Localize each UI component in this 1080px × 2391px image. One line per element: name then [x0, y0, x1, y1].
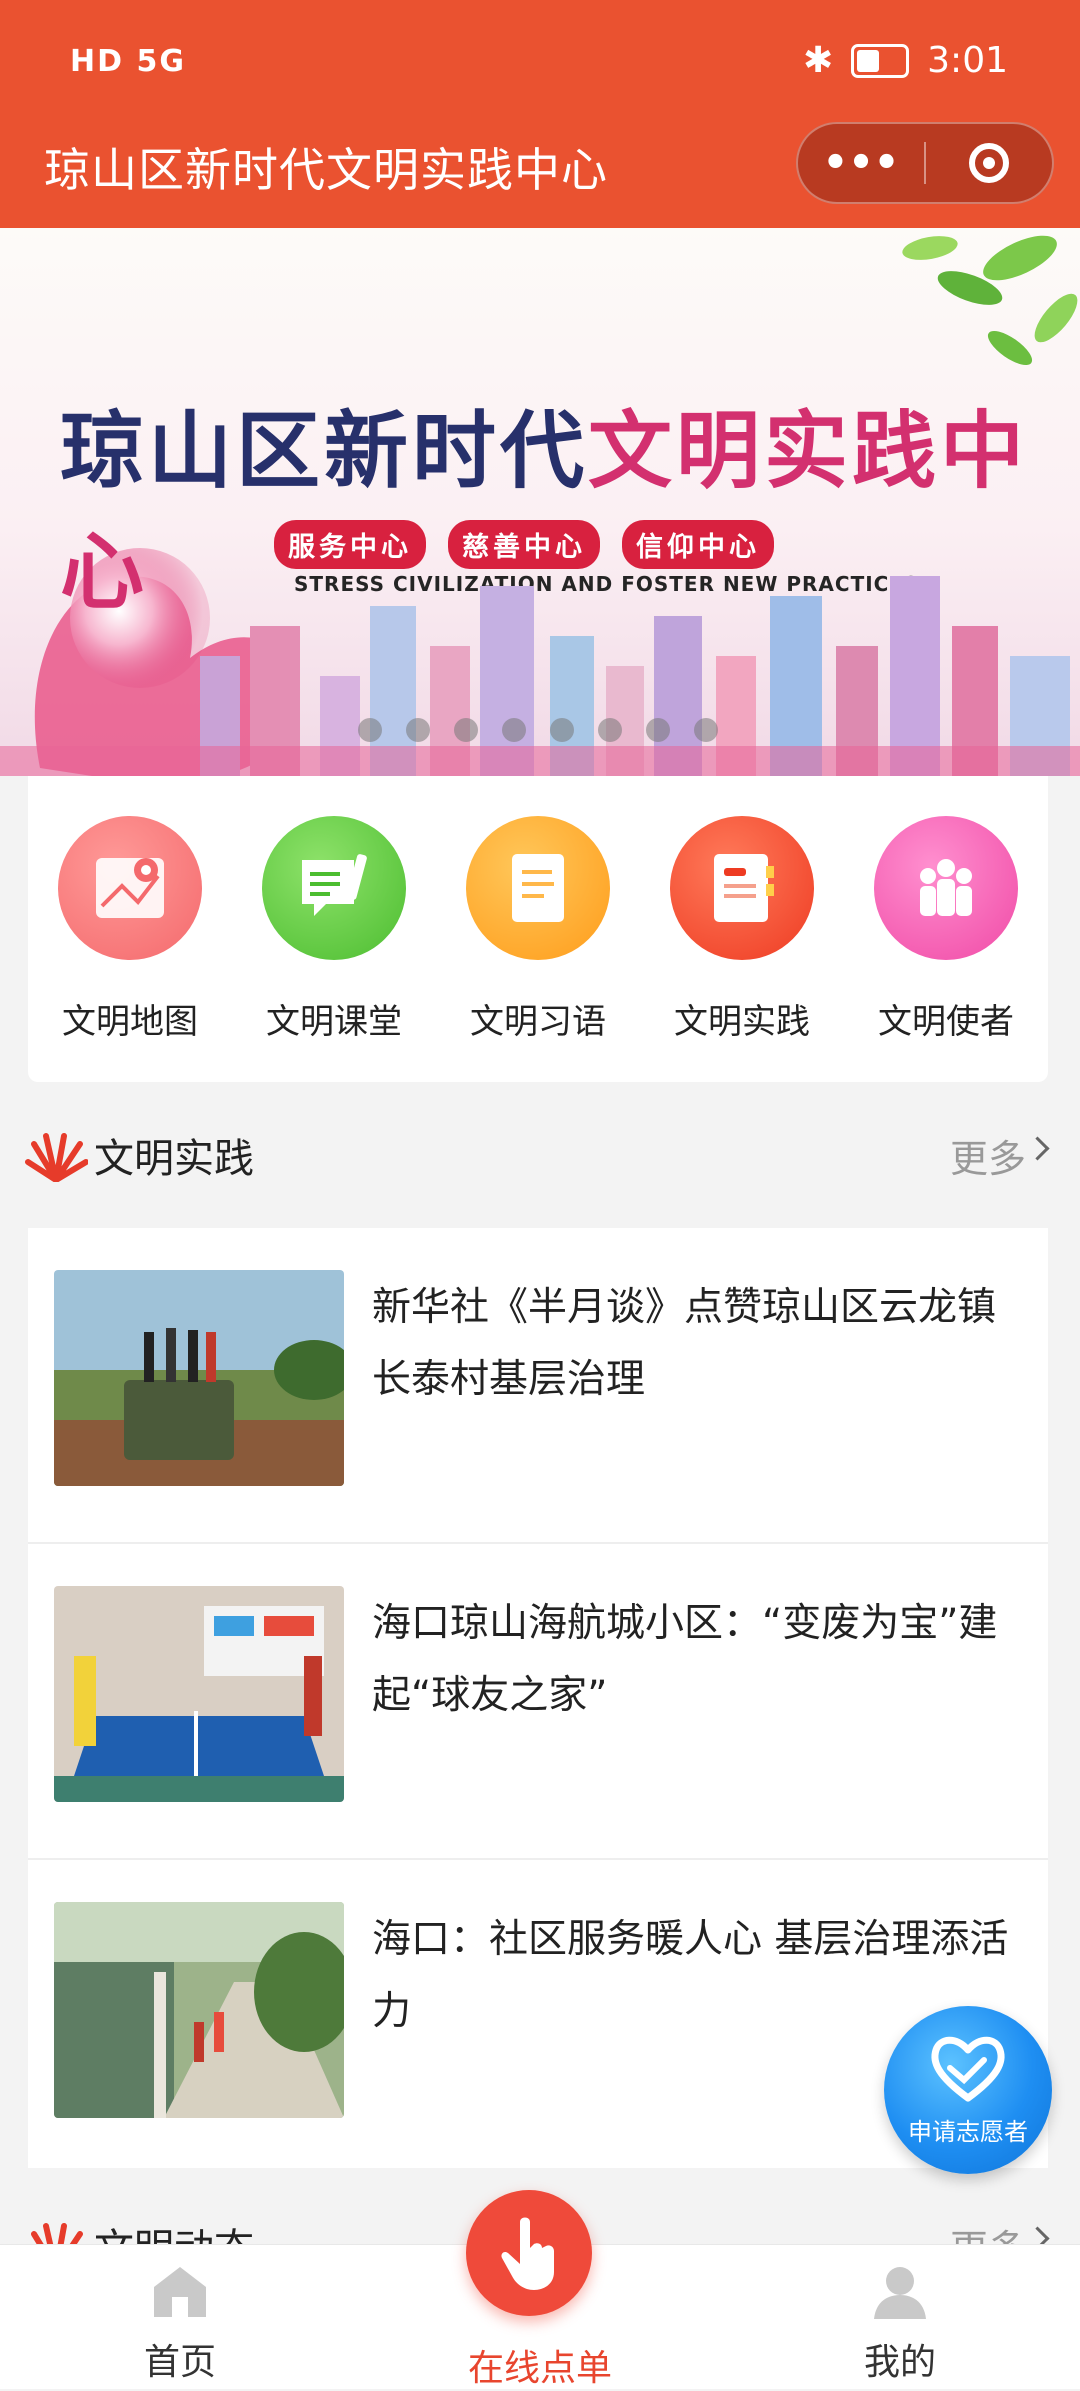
grid-label: 文明课堂	[266, 1002, 402, 1042]
more-link[interactable]: 更多	[950, 1128, 1026, 1183]
status-bar: HD 5G ✱ 3:01	[0, 0, 1080, 130]
close-miniprogram-button[interactable]	[926, 143, 1052, 183]
article-thumbnail	[54, 1586, 344, 1802]
clock: 3:01	[927, 40, 1008, 81]
tab-label: 在线点单	[467, 2348, 612, 2389]
pager-dot[interactable]	[454, 718, 478, 742]
pager-dot[interactable]	[550, 718, 574, 742]
pager-dot[interactable]	[694, 718, 718, 742]
app-header: HD 5G ✱ 3:01 琼山区新时代文明实践中心 •••	[0, 0, 1080, 228]
pager-dot[interactable]	[406, 718, 430, 742]
feature-grid: 文明地图 文明课堂 文明习语 文明实践 文明使者	[28, 776, 1048, 1082]
grid-item-envoy[interactable]: 文明使者	[844, 776, 1048, 1082]
tab-label: 首页	[143, 2342, 216, 2383]
grid-item-practice[interactable]: 文明实践	[640, 776, 844, 1082]
people-icon	[874, 816, 1018, 960]
grid-label: 文明实践	[674, 1002, 810, 1042]
home-icon	[154, 2267, 206, 2317]
target-icon	[968, 143, 1009, 183]
tab-label: 我的	[863, 2342, 936, 2383]
grid-item-classroom[interactable]: 文明课堂	[232, 776, 436, 1082]
tab-home[interactable]: 首页	[70, 2245, 290, 2389]
tab-mine[interactable]: 我的	[790, 2245, 1010, 2389]
leaves-decoration	[902, 235, 1078, 366]
classroom-icon	[262, 816, 406, 960]
article-item[interactable]: 新华社《半月谈》点赞琼山区云龙镇长泰村基层治理	[28, 1228, 1048, 1542]
grid-item-map[interactable]: 文明地图	[28, 776, 232, 1082]
pager-dot[interactable]	[358, 718, 382, 742]
battery-icon	[851, 43, 910, 78]
grid-label: 文明地图	[62, 1002, 198, 1042]
tap-hand-icon	[501, 2217, 554, 2290]
practice-section-header: 文明实践 更多	[0, 1122, 1080, 1202]
article-title: 海口琼山海航城小区：“变废为宝”建起“球友之家”	[372, 1601, 998, 1718]
article-list: 新华社《半月谈》点赞琼山区云龙镇长泰村基层治理 海口琼山海航城小区：“变废为宝”…	[28, 1228, 1048, 2168]
user-icon	[874, 2267, 926, 2319]
document-icon	[466, 816, 610, 960]
page-title: 琼山区新时代文明实践中心	[44, 143, 608, 197]
banner-carousel[interactable]: 琼山区新时代文明实践中心 服务中心 慈善中心 信仰中心 STRESS CIVIL…	[0, 228, 1080, 776]
notebook-icon	[670, 816, 814, 960]
grid-label: 文明使者	[878, 1002, 1014, 1042]
article-thumbnail	[54, 1902, 344, 2118]
pager-dot[interactable]	[502, 718, 526, 742]
heart-hand-icon	[931, 2036, 1005, 2102]
online-order-button[interactable]	[466, 2190, 592, 2316]
grid-item-sayings[interactable]: 文明习语	[436, 776, 640, 1082]
network-indicator: HD 5G	[70, 44, 186, 79]
section-title: 文明实践	[94, 1136, 254, 1182]
more-menu-button[interactable]: •••	[798, 143, 924, 183]
article-title: 新华社《半月谈》点赞琼山区云龙镇长泰村基层治理	[372, 1285, 997, 1402]
carousel-pager	[358, 718, 718, 742]
pager-dot[interactable]	[646, 718, 670, 742]
grid-label: 文明习语	[470, 1002, 606, 1042]
article-item[interactable]: 海口琼山海航城小区：“变废为宝”建起“球友之家”	[28, 1544, 1048, 1858]
volunteer-label: 申请志愿者	[908, 2118, 1028, 2146]
miniprogram-capsule: •••	[796, 122, 1054, 204]
apply-volunteer-button[interactable]: 申请志愿者	[884, 2006, 1052, 2174]
pager-dot[interactable]	[598, 718, 622, 742]
status-right: ✱ 3:01	[803, 40, 1008, 81]
map-icon	[58, 816, 202, 960]
chevron-right-icon	[1025, 1136, 1050, 1161]
article-thumbnail	[54, 1270, 344, 1486]
bluetooth-icon: ✱	[802, 40, 834, 81]
palm-icon	[25, 1133, 88, 1182]
